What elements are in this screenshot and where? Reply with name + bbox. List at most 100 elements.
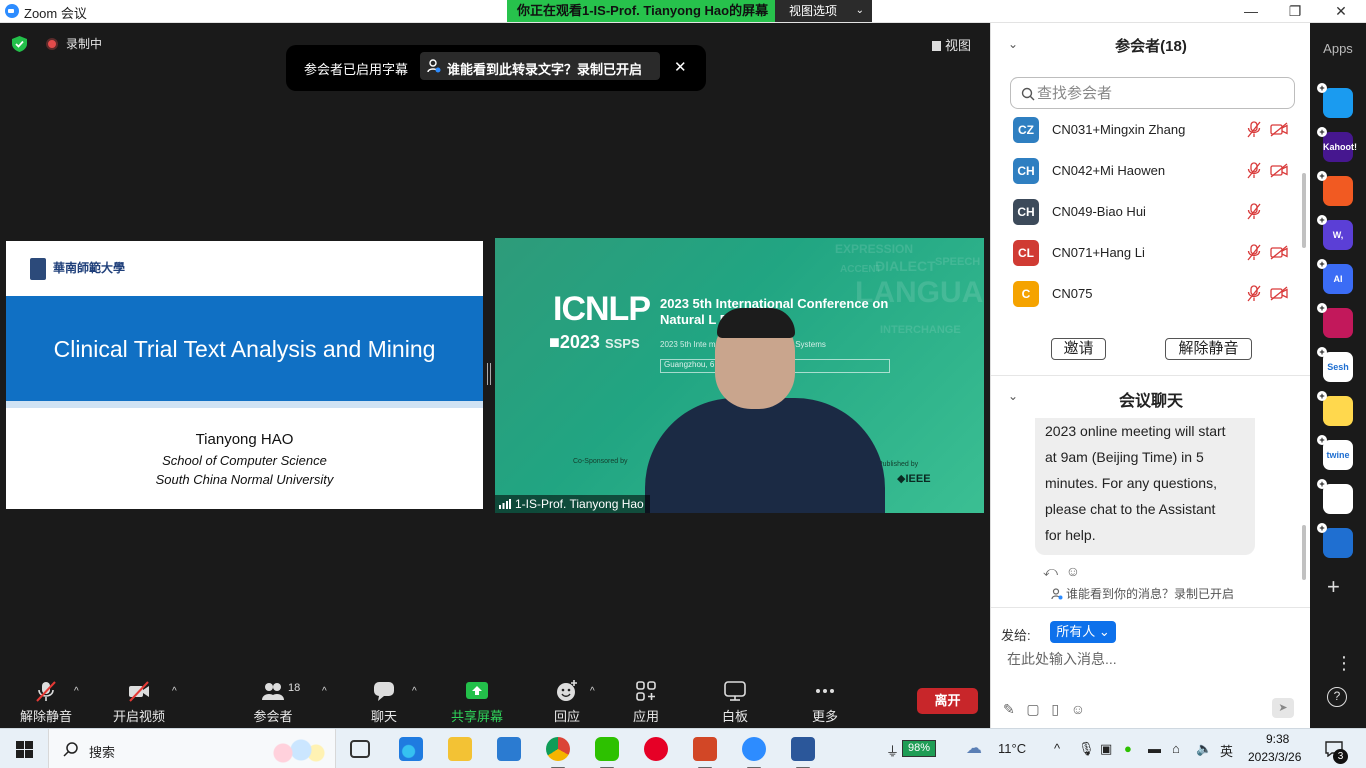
tray-microphone-icon[interactable]: 🎙 xyxy=(1078,741,1095,757)
close-notification-icon[interactable]: ✕ xyxy=(674,58,687,76)
task-view-icon[interactable] xyxy=(350,740,370,758)
blocks-app-icon[interactable]: + xyxy=(1317,479,1353,514)
video-off-icon xyxy=(1270,286,1288,301)
university-logo-text: 華南師範大學 xyxy=(53,261,126,275)
meeting-toolbar: 解除静音 ^ 开启视频 ^ 参会者 18 ^ 聊天 ^ 共享屏幕 回应 ^ 应用… xyxy=(0,676,990,728)
participant-row[interactable]: CZ CN031+Mingxin Zhang xyxy=(991,111,1303,152)
app-icon-label: Sesh xyxy=(1327,362,1349,372)
split-view-divider[interactable] xyxy=(487,363,491,385)
windows-start-icon[interactable] xyxy=(16,741,33,758)
app-icon-label: W, xyxy=(1332,230,1344,240)
edge-browser-icon[interactable] xyxy=(399,737,423,761)
participant-list-scrollbar[interactable] xyxy=(1302,173,1306,248)
recording-label[interactable]: 录制中 xyxy=(66,35,102,52)
participant-search-input[interactable] xyxy=(1037,83,1287,103)
caption-notification: 参会者已启用字幕 谁能看到此转录文字？录制已开启 ✕ xyxy=(286,45,706,91)
app-icon-label: AI xyxy=(1333,274,1343,284)
shared-screen-slide[interactable]: 華南師範大學 Clinical Trial Text Analysis and … xyxy=(6,241,483,509)
taskbar-search[interactable]: 搜索 xyxy=(48,729,336,768)
participant-row[interactable]: CL CN071+Hang Li xyxy=(991,234,1303,275)
mail-icon[interactable] xyxy=(497,737,521,761)
reactions-button[interactable]: 回应 xyxy=(550,680,584,725)
view-label: 视图 xyxy=(945,38,972,53)
network-icon[interactable]: ⌂ xyxy=(1172,741,1180,756)
participants-button[interactable]: 参会者 18 xyxy=(250,680,300,725)
file-icon[interactable]: ▯ xyxy=(1051,701,1059,717)
smiley-app-icon[interactable]: + xyxy=(1317,391,1353,426)
powerpoint-icon[interactable] xyxy=(693,737,717,768)
screenshot-icon[interactable]: ▢ xyxy=(1026,701,1039,717)
leave-button[interactable]: 离开 xyxy=(917,688,978,714)
input-method-indicator[interactable]: 英 xyxy=(1220,741,1233,760)
battery-indicator[interactable]: 98% xyxy=(902,740,936,757)
participant-row[interactable]: C CN075 xyxy=(991,275,1303,316)
clock-date[interactable]: 2023/3/26 xyxy=(1248,750,1301,764)
unmute-button[interactable]: 解除静音 xyxy=(18,680,74,725)
close-window-button[interactable]: ✕ xyxy=(1331,2,1351,20)
show-hidden-icons-chevron[interactable]: ^ xyxy=(1054,741,1060,756)
unmute-me-button[interactable]: 解除静音 xyxy=(1165,338,1252,360)
format-icon[interactable]: ✎ xyxy=(1003,701,1015,717)
view-button[interactable]: 视图 xyxy=(932,35,971,54)
participant-row[interactable]: CH CN049-Biao Hui xyxy=(991,193,1303,234)
wooclap-app-icon[interactable]: + W, xyxy=(1317,215,1353,250)
tray-wechat-icon[interactable]: ● xyxy=(1124,741,1132,756)
participants-label: 参会者 xyxy=(253,709,293,724)
pointer-app-icon[interactable]: + xyxy=(1317,83,1353,118)
share-screen-button[interactable]: 共享屏幕 xyxy=(448,680,506,725)
speaker-video[interactable]: EXPRESSION DIALECT SPEECH ACCENT LANGUAG… xyxy=(495,238,984,513)
add-app-icon[interactable]: + xyxy=(1327,574,1340,600)
emoji-icon[interactable]: ☺ xyxy=(1071,701,1085,717)
chat-scrollbar[interactable] xyxy=(1302,525,1306,580)
clock-time[interactable]: 9:38 xyxy=(1266,732,1289,746)
view-options-button[interactable]: 视图选项 ⌄ xyxy=(775,0,872,22)
tray-app-icon[interactable]: ▬ xyxy=(1148,741,1161,756)
tray-screen-icon[interactable]: ▣ xyxy=(1100,741,1112,757)
ai-companion-app-icon[interactable]: + AI xyxy=(1317,259,1353,294)
wechat-icon[interactable] xyxy=(595,737,619,768)
chat-message-line: please chat to the Assistant xyxy=(1045,501,1216,517)
volume-icon[interactable]: 🔈 xyxy=(1196,741,1212,757)
clips-app-icon[interactable]: + xyxy=(1317,303,1353,338)
start-video-button[interactable]: 开启视频 xyxy=(110,680,168,725)
add-app-badge-icon: + xyxy=(1317,171,1327,181)
search-icon xyxy=(1021,87,1035,101)
file-explorer-icon[interactable] xyxy=(448,737,472,761)
recipient-dropdown[interactable]: 所有人 ⌄ xyxy=(1050,621,1116,643)
participants-icon xyxy=(262,683,284,700)
apps-button[interactable]: 应用 xyxy=(631,680,661,725)
whiteboard-button[interactable]: 白板 xyxy=(720,680,750,725)
participant-row[interactable]: CH CN042+Mi Haowen xyxy=(991,152,1303,193)
emoji-react-icon[interactable]: ☺ xyxy=(1066,563,1080,579)
chat-button[interactable]: 聊天 xyxy=(366,680,402,725)
minimize-button[interactable]: — xyxy=(1241,2,1261,20)
invite-button[interactable]: 邀请 xyxy=(1051,338,1106,360)
chat-message-input[interactable] xyxy=(1007,647,1297,671)
restore-button[interactable]: ❐ xyxy=(1285,2,1305,20)
weather-cloud-icon[interactable]: ☁ xyxy=(966,738,982,758)
netease-music-icon[interactable] xyxy=(644,737,668,761)
word-icon[interactable] xyxy=(791,737,815,768)
chat-visibility-note[interactable]: 谁能看到你的消息？录制已开启 xyxy=(1051,585,1234,602)
more-dots-icon xyxy=(816,689,834,693)
send-message-icon[interactable]: ➤ xyxy=(1272,698,1294,718)
orange-app-icon[interactable]: + xyxy=(1317,171,1353,206)
sync-app-icon[interactable]: + xyxy=(1317,523,1353,558)
reply-icon[interactable]: ⤺ xyxy=(1043,563,1058,579)
more-vertical-icon[interactable]: ⋮ xyxy=(1335,653,1353,674)
power-plug-icon[interactable]: ⏚ xyxy=(886,741,899,760)
weather-temperature[interactable]: 11°C xyxy=(998,741,1026,756)
more-button[interactable]: 更多 xyxy=(810,680,840,725)
app-icon-label: twine xyxy=(1326,450,1350,460)
zoom-icon[interactable] xyxy=(742,737,766,768)
help-icon[interactable]: ? xyxy=(1327,687,1347,707)
add-app-badge-icon: + xyxy=(1317,303,1327,313)
twine-app-icon[interactable]: + twine xyxy=(1317,435,1353,470)
chrome-icon[interactable] xyxy=(546,737,570,768)
kahoot-app-icon[interactable]: + Kahoot! xyxy=(1317,127,1357,162)
mic-muted-icon xyxy=(1247,244,1261,261)
participant-search[interactable] xyxy=(1010,77,1295,109)
transcript-visibility-link[interactable]: 谁能看到此转录文字？录制已开启 xyxy=(420,52,660,80)
encryption-shield-icon[interactable] xyxy=(12,36,27,52)
sesh-app-icon[interactable]: + Sesh xyxy=(1317,347,1353,382)
